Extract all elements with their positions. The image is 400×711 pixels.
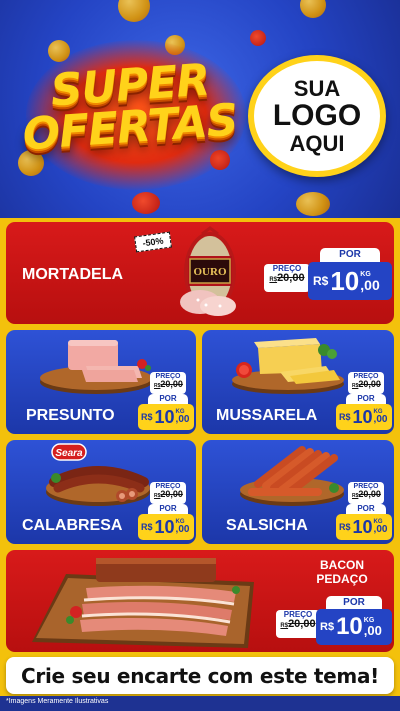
logo-text-line3: AQUI bbox=[289, 130, 345, 156]
por-label: POR bbox=[320, 248, 380, 262]
logo-placeholder[interactable]: SUA LOGO AQUI bbox=[248, 55, 386, 177]
product-name: PRESUNTO bbox=[26, 407, 115, 424]
new-price-box: R$ 10 KG ,00 bbox=[336, 404, 392, 430]
product-name-line1: BACON bbox=[320, 558, 364, 572]
old-price-tag: PREÇO R$20,00 bbox=[348, 482, 384, 504]
price-int: 10 bbox=[154, 517, 175, 537]
product-name-line2: PEDAÇO bbox=[316, 572, 368, 586]
coin-decoration bbox=[300, 0, 326, 18]
por-label: POR bbox=[148, 504, 188, 514]
cta-banner[interactable]: Crie seu encarte com este tema! bbox=[6, 657, 394, 694]
new-price-box: R$ 10 KG ,00 bbox=[138, 404, 194, 430]
old-price-tag: PREÇO R$20,00 bbox=[264, 264, 310, 292]
old-currency: R$ bbox=[280, 623, 289, 629]
salsicha-image bbox=[240, 446, 344, 506]
bacon-image bbox=[32, 558, 254, 648]
product-card-presunto[interactable]: PRESUNTO PREÇO R$20,00 POR R$ 10 KG ,00 bbox=[6, 330, 196, 434]
price-cents: ,00 bbox=[373, 524, 388, 535]
old-price: 20,00 bbox=[288, 618, 316, 630]
new-price-box: R$ 10 KG ,00 bbox=[138, 514, 194, 540]
old-price-tag: PREÇO R$20,00 bbox=[150, 372, 186, 394]
por-label: POR bbox=[346, 394, 386, 404]
price-cents: ,00 bbox=[175, 414, 190, 425]
old-price-tag: PREÇO R$20,00 bbox=[150, 482, 186, 504]
currency: R$ bbox=[313, 274, 329, 288]
logo-text-line1: SUA bbox=[293, 76, 341, 102]
por-label: POR bbox=[326, 596, 382, 609]
logo-text-line2: LOGO bbox=[272, 99, 362, 133]
price-int: 10 bbox=[336, 613, 363, 640]
disclaimer-text: *Imagens Meramente Ilustrativas bbox=[6, 698, 109, 705]
old-price: 20,00 bbox=[358, 489, 381, 499]
product-card-bacon[interactable]: BACON PEDAÇO PREÇO R$20,00 POR R$ 10 KG,… bbox=[6, 550, 394, 652]
price-cents: ,00 bbox=[363, 623, 382, 638]
product-name: SALSICHA bbox=[226, 517, 308, 534]
product-name: MORTADELA bbox=[22, 266, 124, 283]
currency: R$ bbox=[339, 522, 351, 532]
brand-label: Seara bbox=[55, 448, 83, 459]
product-card-mussarela[interactable]: MUSSARELA PREÇO R$20,00 POR R$ 10 KG ,00 bbox=[202, 330, 394, 434]
product-name: MUSSARELA bbox=[216, 407, 318, 424]
footer-bar: *Imagens Meramente Ilustrativas bbox=[0, 696, 400, 711]
price-int: 10 bbox=[352, 407, 373, 427]
product-card-calabresa[interactable]: Seara CALABRESA PREÇO R$20,00 POR R$ 10 … bbox=[6, 440, 196, 544]
currency: R$ bbox=[320, 621, 335, 633]
old-price-tag: PREÇO R$20,00 bbox=[276, 610, 320, 638]
price-cents: ,00 bbox=[175, 524, 190, 535]
old-price: 20,00 bbox=[358, 379, 381, 389]
old-currency: R$ bbox=[269, 277, 278, 283]
price-int: 10 bbox=[154, 407, 175, 427]
brand-label: OURO bbox=[194, 266, 227, 278]
currency: R$ bbox=[141, 412, 153, 422]
product-name: BACON PEDAÇO bbox=[302, 558, 382, 586]
old-price: 20,00 bbox=[160, 489, 183, 499]
por-label: POR bbox=[148, 394, 188, 404]
price-cents: ,00 bbox=[360, 276, 380, 293]
price-int: 10 bbox=[352, 517, 373, 537]
old-price-tag: PREÇO R$20,00 bbox=[348, 372, 384, 394]
coin-decoration bbox=[250, 30, 266, 46]
currency: R$ bbox=[339, 412, 351, 422]
coin-decoration bbox=[118, 0, 150, 22]
cta-text: Crie seu encarte com este tema! bbox=[21, 663, 379, 688]
presunto-image bbox=[40, 340, 152, 394]
hero-banner: SUPER OFERTAS SUA LOGO AQUI bbox=[0, 0, 400, 218]
coin-decoration bbox=[132, 192, 160, 214]
currency: R$ bbox=[141, 522, 153, 532]
coin-decoration bbox=[296, 192, 330, 216]
new-price-box: R$ 10 KG ,00 bbox=[336, 514, 392, 540]
new-price-box: R$ 10 KG ,00 bbox=[308, 262, 392, 300]
new-price-box: R$ 10 KG ,00 bbox=[316, 609, 392, 645]
old-price: 20,00 bbox=[160, 379, 183, 389]
product-card-mortadela[interactable]: MORTADELA OURO PREÇO R$20,00 POR R$ 10 K… bbox=[6, 222, 394, 324]
mortadela-image: OURO bbox=[180, 226, 236, 316]
product-name: CALABRESA bbox=[22, 517, 123, 534]
por-label: POR bbox=[346, 504, 386, 514]
price-cents: ,00 bbox=[373, 414, 388, 425]
product-card-salsicha[interactable]: SALSICHA PREÇO R$20,00 POR R$ 10 KG ,00 bbox=[202, 440, 394, 544]
calabresa-image: Seara bbox=[46, 443, 150, 506]
old-price: 20,00 bbox=[277, 272, 305, 284]
price-int: 10 bbox=[330, 266, 360, 296]
mussarela-image bbox=[232, 338, 344, 394]
